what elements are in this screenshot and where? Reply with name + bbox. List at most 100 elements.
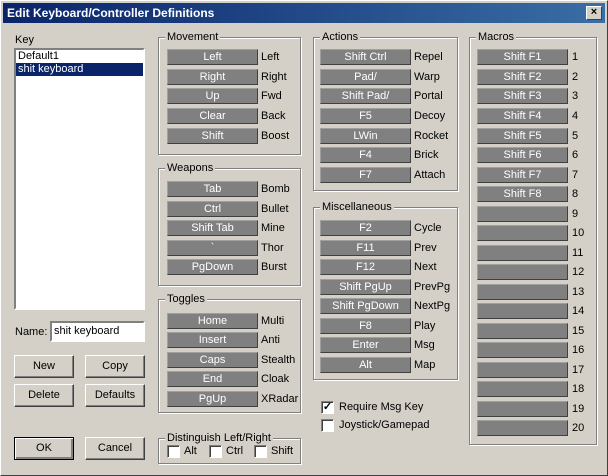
macro-key-20[interactable]	[477, 420, 568, 436]
misc-key-nextpg[interactable]: Shift PgDown	[320, 298, 411, 314]
dialog-window: Edit Keyboard/Controller Definitions × K…	[0, 0, 608, 476]
macro-num-1: 1	[572, 51, 579, 63]
distinguish-ctrl-checkbox[interactable]	[209, 445, 222, 458]
toggles-label-stealth: Stealth	[261, 354, 296, 366]
toggles-key-cloak[interactable]: End	[167, 371, 258, 387]
macro-key-15[interactable]	[477, 323, 568, 339]
macro-key-19[interactable]	[477, 401, 568, 417]
close-button[interactable]: ×	[586, 6, 602, 20]
actions-key-rocket[interactable]: LWin	[320, 128, 411, 144]
weapons-key-bomb[interactable]: Tab	[167, 181, 258, 197]
macro-key-9[interactable]	[477, 206, 568, 222]
macro-num-8: 8	[572, 188, 579, 200]
macro-key-7[interactable]: Shift F7	[477, 167, 568, 183]
actions-title: Actions	[320, 31, 361, 43]
window-title: Edit Keyboard/Controller Definitions	[7, 6, 215, 20]
delete-button[interactable]: Delete	[14, 384, 74, 407]
weapons-key-mine[interactable]: Shift Tab	[167, 220, 258, 236]
toggles-key-stealth[interactable]: Caps	[167, 352, 258, 368]
misc-key-cycle[interactable]: F2	[320, 220, 411, 236]
actions-key-brick[interactable]: F4	[320, 147, 411, 163]
misc-key-msg[interactable]: Enter	[320, 337, 411, 353]
misc-title: Miscellaneous	[320, 201, 394, 213]
weapons-label-bomb: Bomb	[261, 183, 290, 195]
macro-key-11[interactable]	[477, 245, 568, 261]
misc-label-nextpg: NextPg	[414, 300, 451, 312]
misc-key-play[interactable]: F8	[320, 318, 411, 334]
actions-label-decoy: Decoy	[414, 110, 446, 122]
misc-key-next[interactable]: F12	[320, 259, 411, 275]
macro-num-5: 5	[572, 130, 579, 142]
macro-num-13: 13	[572, 286, 585, 298]
misc-key-prevpg[interactable]: Shift PgUp	[320, 279, 411, 295]
macro-key-5[interactable]: Shift F5	[477, 128, 568, 144]
macro-num-10: 10	[572, 227, 585, 239]
ok-button[interactable]: OK	[14, 437, 74, 460]
name-input[interactable]: shit keyboard	[50, 321, 145, 342]
movement-label-fwd: Fwd	[261, 90, 282, 102]
misc-key-prev[interactable]: F11	[320, 240, 411, 256]
misc-label-msg: Msg	[414, 339, 435, 351]
distinguish-shift-checkbox[interactable]	[254, 445, 267, 458]
require-msg-key-label: Require Msg Key	[339, 401, 424, 413]
macro-key-1[interactable]: Shift F1	[477, 49, 568, 65]
toggles-title: Toggles	[165, 293, 207, 305]
weapons-key-thor[interactable]: `	[167, 240, 258, 256]
key-list-item-selected[interactable]: shit keyboard	[16, 63, 143, 76]
distinguish-shift-label: Shift	[271, 445, 294, 457]
cancel-button[interactable]: Cancel	[85, 437, 145, 460]
joystick-checkbox[interactable]	[321, 419, 334, 432]
key-list[interactable]: Default1 shit keyboard	[14, 48, 145, 310]
require-msg-key-checkbox[interactable]: ✓	[321, 401, 334, 414]
copy-button[interactable]: Copy	[85, 355, 145, 378]
toggles-key-multi[interactable]: Home	[167, 313, 258, 329]
movement-key-back[interactable]: Clear	[167, 108, 258, 124]
misc-key-map[interactable]: Alt	[320, 357, 411, 373]
movement-title: Movement	[165, 31, 221, 43]
toggles-label-anti: Anti	[261, 334, 280, 346]
weapons-key-burst[interactable]: PgDown	[167, 259, 258, 275]
actions-key-attach[interactable]: F7	[320, 167, 411, 183]
macro-key-3[interactable]: Shift F3	[477, 88, 568, 104]
misc-label-next: Next	[414, 261, 437, 273]
actions-label-portal: Portal	[414, 90, 443, 102]
macro-key-18[interactable]	[477, 381, 568, 397]
macro-key-12[interactable]	[477, 264, 568, 280]
macro-key-2[interactable]: Shift F2	[477, 69, 568, 85]
weapons-label-burst: Burst	[261, 261, 287, 273]
toggles-label-cloak: Cloak	[261, 373, 290, 385]
misc-label-map: Map	[414, 359, 436, 371]
misc-label-cycle: Cycle	[414, 222, 442, 234]
macro-key-16[interactable]	[477, 342, 568, 358]
title-bar[interactable]: Edit Keyboard/Controller Definitions ×	[3, 3, 605, 23]
macro-key-17[interactable]	[477, 362, 568, 378]
toggles-label-xradar: XRadar	[261, 393, 299, 405]
movement-key-boost[interactable]: Shift	[167, 128, 258, 144]
macro-key-13[interactable]	[477, 284, 568, 300]
movement-key-left[interactable]: Left	[167, 49, 258, 65]
key-list-item-default1[interactable]: Default1	[16, 50, 143, 63]
new-button[interactable]: New	[14, 355, 74, 378]
movement-key-right[interactable]: Right	[167, 69, 258, 85]
actions-key-repel[interactable]: Shift Ctrl	[320, 49, 411, 65]
actions-label-warp: Warp	[414, 71, 440, 83]
actions-key-decoy[interactable]: F5	[320, 108, 411, 124]
macro-key-14[interactable]	[477, 303, 568, 319]
movement-key-fwd[interactable]: Up	[167, 88, 258, 104]
macro-key-8[interactable]: Shift F8	[477, 186, 568, 202]
macro-num-19: 19	[572, 403, 585, 415]
macro-num-6: 6	[572, 149, 579, 161]
macro-num-15: 15	[572, 325, 585, 337]
joystick-label: Joystick/Gamepad	[339, 419, 430, 431]
macro-key-4[interactable]: Shift F4	[477, 108, 568, 124]
toggles-key-anti[interactable]: Insert	[167, 332, 258, 348]
actions-key-portal[interactable]: Shift Pad/	[320, 88, 411, 104]
actions-key-warp[interactable]: Pad/	[320, 69, 411, 85]
macro-key-10[interactable]	[477, 225, 568, 241]
weapons-key-bullet[interactable]: Ctrl	[167, 201, 258, 217]
distinguish-alt-checkbox[interactable]	[167, 445, 180, 458]
misc-label-prevpg: PrevPg	[414, 281, 451, 293]
macro-key-6[interactable]: Shift F6	[477, 147, 568, 163]
toggles-key-xradar[interactable]: PgUp	[167, 391, 258, 407]
defaults-button[interactable]: Defaults	[85, 384, 145, 407]
